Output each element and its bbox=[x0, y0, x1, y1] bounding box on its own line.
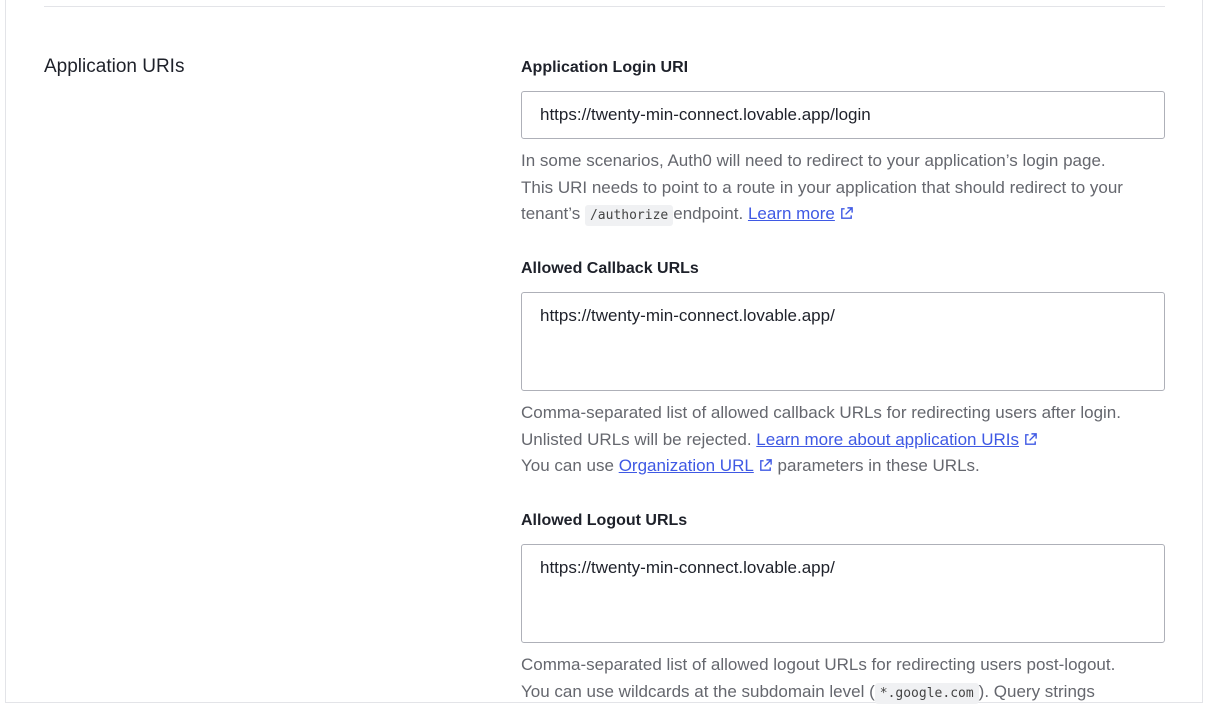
callback-help-line3: You can use Organization URL parameters … bbox=[521, 453, 1171, 480]
logout-help-line2-pre: You can use wildcards at the subdomain l… bbox=[521, 681, 875, 701]
external-link-icon bbox=[840, 207, 853, 219]
callback-urls-label: Allowed Callback URLs bbox=[521, 260, 699, 277]
callback-help-line3-post: parameters in these URLs. bbox=[777, 456, 980, 475]
callback-help-line2: Unlisted URLs will be rejected. Learn mo… bbox=[521, 427, 1171, 454]
learn-more-application-uris-link[interactable]: Learn more about application URIs bbox=[756, 430, 1019, 449]
login-uri-help-line2: This URI needs to point to a route in yo… bbox=[521, 177, 1123, 197]
login-uri-help-line1: In some scenarios, Auth0 will need to re… bbox=[521, 151, 1106, 170]
external-link-icon bbox=[1025, 432, 1037, 445]
callback-help-line1: Comma-separated list of allowed callback… bbox=[521, 403, 1121, 422]
wildcard-code: *.google.com bbox=[874, 682, 979, 704]
login-uri-help: In some scenarios, Auth0 will need to re… bbox=[521, 148, 1171, 230]
logout-help-line2: You can use wildcards at the subdomain l… bbox=[521, 679, 1171, 708]
external-link-icon bbox=[759, 459, 772, 471]
logout-urls-help: Comma-separated list of allowed logout U… bbox=[521, 652, 1171, 707]
login-uri-help-line3: tenant’s /authorize endpoint. Learn more bbox=[521, 201, 1171, 230]
callback-help-line3-pre: You can use bbox=[521, 456, 614, 475]
organization-url-label: Organization URL bbox=[618, 456, 754, 475]
login-uri-help-pre: tenant’s bbox=[521, 204, 581, 223]
learn-more-application-uris-label: Learn more about application URIs bbox=[756, 429, 1019, 449]
logout-help-line1: Comma-separated list of allowed logout U… bbox=[521, 655, 1116, 674]
callback-urls-textarea[interactable]: https://twenty-min-connect.lovable.app/ bbox=[521, 292, 1165, 391]
logout-help-line2-post: ). Query strings bbox=[978, 681, 1095, 701]
logout-urls-label: Allowed Logout URLs bbox=[521, 512, 688, 529]
login-uri-label: Application Login URI bbox=[521, 59, 689, 76]
callback-urls-help: Comma-separated list of allowed callback… bbox=[521, 400, 1171, 480]
organization-url-link[interactable]: Organization URL bbox=[619, 456, 754, 475]
login-uri-help-post: endpoint. bbox=[673, 204, 744, 223]
callback-help-line2-pre: Unlisted URLs will be rejected. bbox=[521, 429, 752, 449]
login-uri-input[interactable]: https://twenty-min-connect.lovable.app/l… bbox=[521, 91, 1165, 139]
learn-more-link-label: Learn more bbox=[747, 204, 835, 223]
authorize-code: /authorize bbox=[584, 205, 674, 226]
section-title: Application URIs bbox=[44, 56, 185, 77]
logout-urls-textarea[interactable]: https://twenty-min-connect.lovable.app/ bbox=[521, 544, 1165, 643]
section-divider bbox=[44, 6, 1165, 7]
learn-more-link[interactable]: Learn more bbox=[748, 204, 835, 223]
